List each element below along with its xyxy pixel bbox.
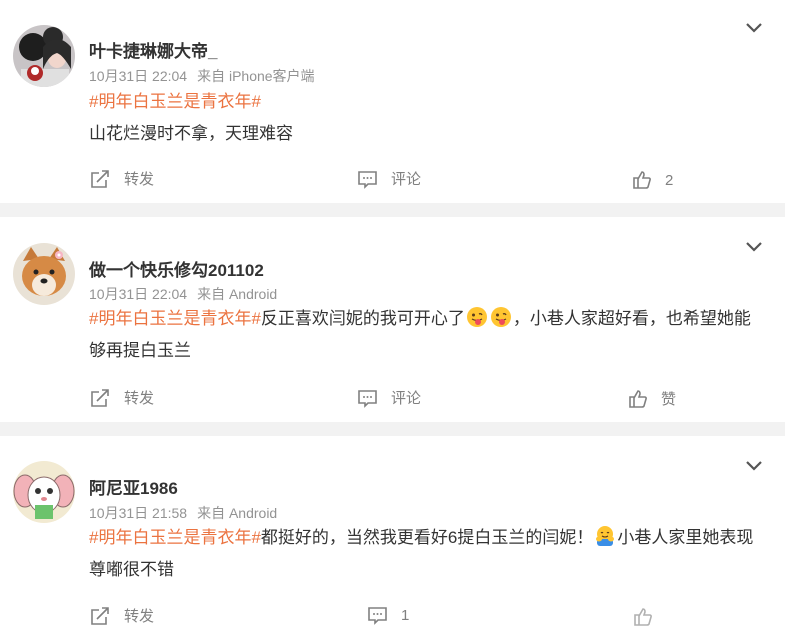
repost-button[interactable]: 转发 — [90, 387, 154, 408]
thumbs-up-icon — [633, 171, 651, 189]
comment-label: 评论 — [391, 171, 422, 188]
comment-icon — [358, 389, 377, 408]
repost-label: 转发 — [124, 608, 155, 625]
like-button[interactable]: 赞 — [628, 388, 676, 409]
hug-emoji-icon — [596, 526, 615, 546]
chevron-down-icon[interactable] — [745, 460, 763, 472]
hashtag-link[interactable]: #明年白玉兰是青衣年# — [89, 92, 261, 111]
post-content: #明年白玉兰是青衣年#都挺好的，当然我更看好6提白玉兰的闫妮！ 小巷人家里她表现尊… — [89, 522, 763, 586]
comment-button[interactable]: 1 — [367, 605, 409, 625]
post-time: 10月31日 22:04 — [89, 68, 188, 84]
chevron-down-icon[interactable] — [745, 22, 763, 34]
repost-button[interactable]: 转发 — [90, 605, 154, 626]
comment-card: 叶卡捷琳娜大帝_ 10月31日 22:04 来自 iPhone客户端 #明年白玉兰… — [0, 0, 785, 203]
avatar[interactable] — [13, 461, 75, 523]
hashtag-link[interactable]: #明年白玉兰是青衣年# — [89, 309, 261, 328]
repost-icon — [91, 169, 109, 188]
thumbs-up-icon — [629, 389, 647, 408]
repost-button[interactable]: 转发 — [90, 168, 154, 189]
repost-icon — [91, 606, 109, 625]
like-label: 赞 — [661, 391, 677, 408]
post-text: 山花烂漫时不拿，天理难容 — [89, 124, 293, 143]
post-meta: 10月31日 22:04 来自 iPhone客户端 — [89, 66, 315, 86]
like-button[interactable] — [633, 607, 666, 627]
post-source: 来自 Android — [197, 505, 278, 521]
comment-card: 做一个快乐修勾201102 10月31日 22:04 来自 Android #明年… — [0, 217, 785, 422]
username[interactable]: 叶卡捷琳娜大帝_ — [89, 37, 217, 62]
post-text: 都挺好的，当然我更看好6提白玉兰的闫妮！ — [260, 528, 594, 547]
repost-label: 转发 — [124, 390, 155, 407]
post-time: 10月31日 22:04 — [89, 286, 188, 302]
post-meta: 10月31日 21:58 来自 Android — [89, 503, 277, 523]
comment-icon — [368, 607, 387, 625]
post-text: 反正喜欢闫妮的我可开心了 — [260, 309, 465, 328]
tongue-out-emoji-icon — [490, 307, 511, 327]
chevron-down-icon[interactable] — [745, 241, 763, 253]
repost-label: 转发 — [124, 171, 155, 188]
separator — [0, 422, 785, 436]
post-content: #明年白玉兰是青衣年#反正喜欢闫妮的我可开心了 ，小巷人家超好看，也希望她能够再提… — [89, 303, 763, 367]
thumbs-up-icon — [634, 608, 652, 626]
post-content: #明年白玉兰是青衣年# 山花烂漫时不拿，天理难容 — [89, 86, 763, 150]
separator — [0, 203, 785, 217]
comment-button[interactable]: 评论 — [357, 168, 421, 189]
hashtag-link[interactable]: #明年白玉兰是青衣年# — [89, 528, 261, 547]
username[interactable]: 做一个快乐修勾201102 — [89, 256, 264, 281]
repost-icon — [91, 388, 109, 407]
like-count: 2 — [665, 171, 674, 189]
avatar[interactable] — [13, 25, 75, 87]
post-source: 来自 Android — [197, 286, 278, 302]
tongue-out-emoji-icon — [466, 307, 487, 327]
comment-count: 1 — [401, 606, 410, 624]
comment-label: 评论 — [391, 390, 422, 407]
comment-card: 阿尼亚1986 10月31日 21:58 来自 Android #明年白玉兰是青衣… — [0, 436, 785, 629]
avatar[interactable] — [13, 243, 75, 305]
post-source: 来自 iPhone客户端 — [197, 68, 315, 84]
post-time: 10月31日 21:58 — [89, 505, 188, 521]
like-button[interactable]: 2 — [632, 170, 673, 190]
post-meta: 10月31日 22:04 来自 Android — [89, 284, 277, 304]
comment-icon — [358, 170, 377, 189]
comment-button[interactable]: 评论 — [357, 387, 421, 408]
username[interactable]: 阿尼亚1986 — [89, 474, 178, 499]
